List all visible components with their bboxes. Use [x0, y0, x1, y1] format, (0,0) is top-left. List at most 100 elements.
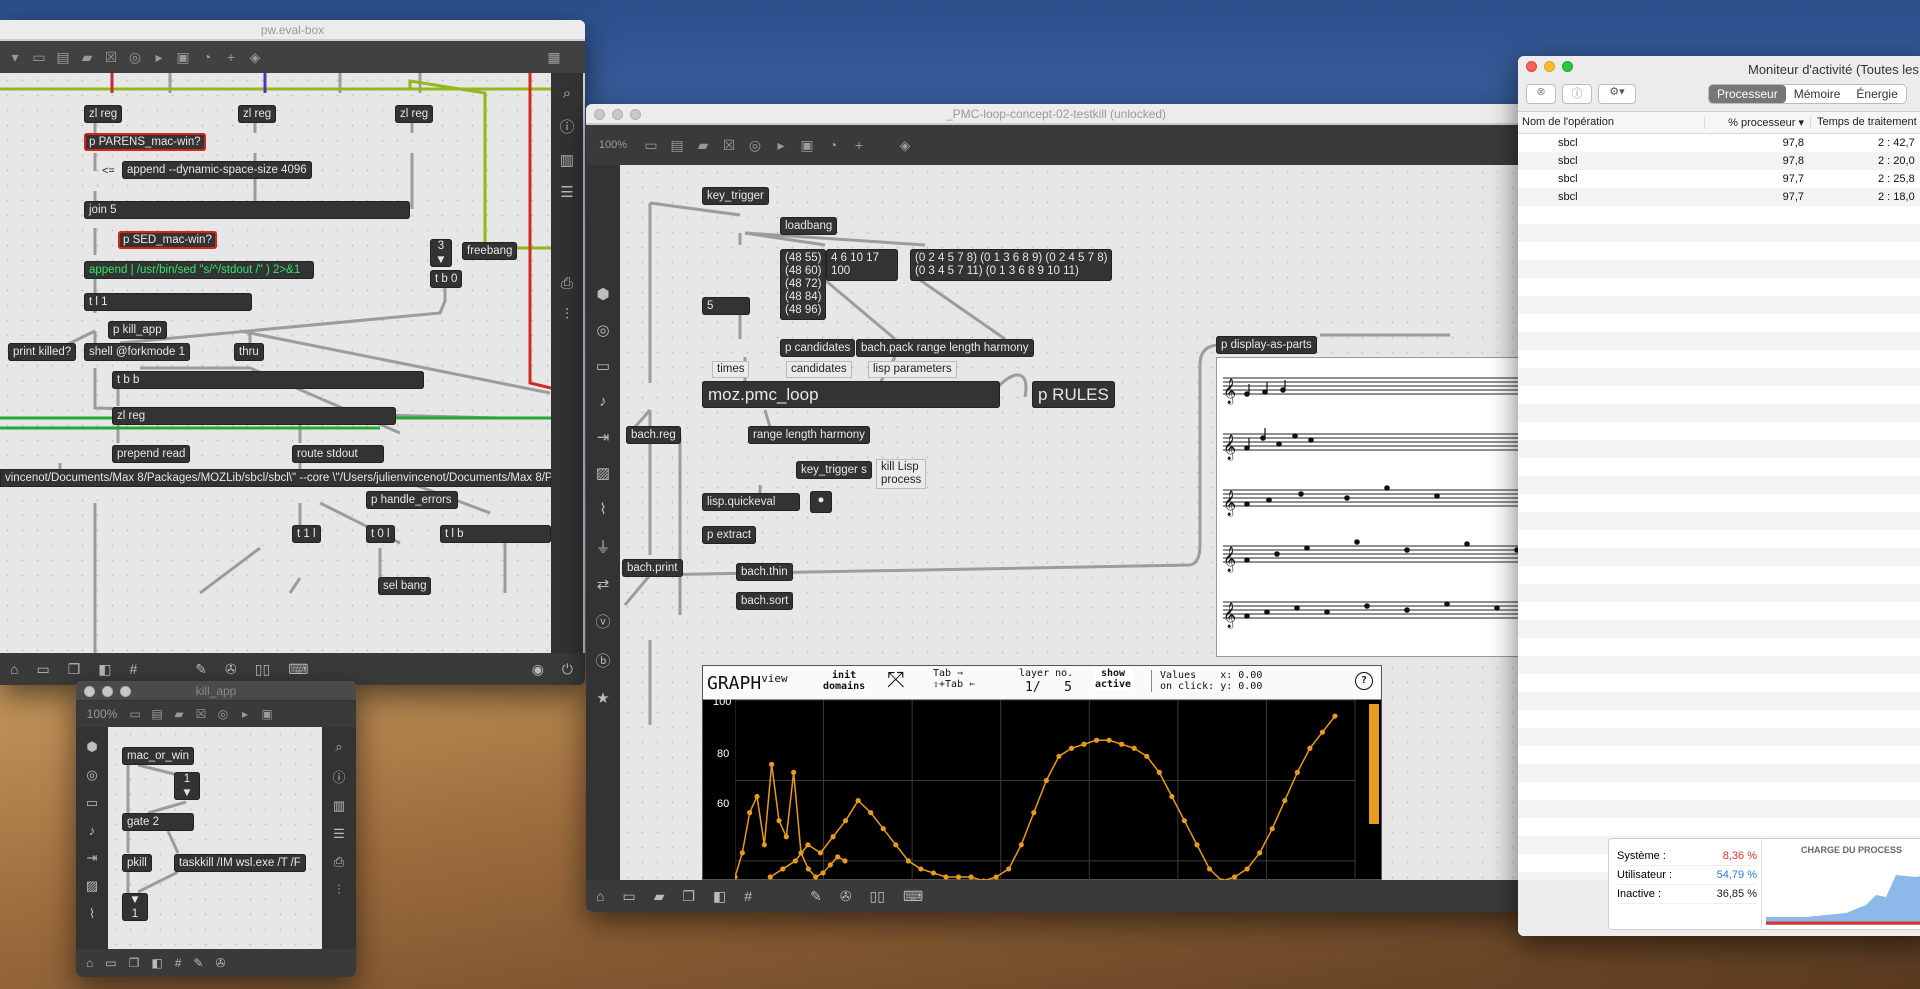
windows-icon[interactable]: ❐	[129, 956, 140, 970]
gear-icon[interactable]: ⚙▾	[1598, 84, 1636, 104]
mixer-icon[interactable]: ⫶	[337, 882, 340, 898]
p-candidates[interactable]: p candidates	[780, 339, 856, 357]
number-box-out[interactable]: ▼ 1	[122, 893, 148, 921]
toggle-icon[interactable]: ☒	[722, 137, 736, 154]
t-b-0[interactable]: t b 0	[430, 270, 463, 288]
col-time[interactable]: Temps de traitement	[1810, 116, 1917, 128]
lisp-quickeval[interactable]: lisp.quickeval	[702, 493, 800, 511]
bach-thin[interactable]: bach.thin	[736, 563, 793, 581]
bach-pack[interactable]: bach.pack range length harmony	[856, 339, 1034, 357]
candidates-message[interactable]: (48 55) (48 60) (48 72) (48 84) (48 96)	[780, 249, 827, 320]
windows-icon[interactable]: ❐	[682, 888, 695, 905]
grid-toggle-icon[interactable]: #	[175, 956, 182, 970]
hide-icon[interactable]: ◧	[713, 888, 726, 905]
pmc-zoom-level[interactable]: 100%	[594, 139, 632, 151]
pmc-window-controls[interactable]	[594, 109, 641, 120]
stop-process-icon[interactable]: ⊗	[1526, 84, 1556, 104]
clip-icon[interactable]: ⌇	[599, 500, 606, 518]
wrench-icon[interactable]: ✇	[840, 888, 852, 905]
presentation-icon[interactable]: ▭	[644, 137, 658, 154]
comment-icon[interactable]: ▰	[172, 707, 186, 721]
t-b-b[interactable]: t b b	[112, 371, 424, 389]
kill-app-titlebar[interactable]: kill_app	[76, 681, 356, 701]
graph-plot-area[interactable]: 100 80 60	[703, 696, 1381, 880]
message-icon[interactable]: ▤	[150, 707, 164, 721]
am-window-controls[interactable]	[1526, 61, 1573, 72]
kill-window-controls[interactable]	[84, 686, 131, 697]
zl-reg-3[interactable]: zl reg	[395, 105, 434, 123]
display-icon[interactable]: ▭	[86, 795, 98, 811]
p-rules[interactable]: p RULES	[1032, 381, 1115, 408]
add-icon[interactable]: +	[852, 137, 866, 153]
hide-icon[interactable]: ◧	[151, 956, 162, 970]
graph-scrollbar[interactable]	[1369, 704, 1379, 824]
play-icon[interactable]: ▸	[238, 707, 252, 721]
dropdown-icon[interactable]: ▾	[8, 49, 22, 66]
circle-icon[interactable]: ◎	[596, 321, 609, 339]
pkill[interactable]: pkill	[122, 854, 152, 872]
star-icon[interactable]: ★	[596, 689, 609, 707]
show-active-toggle[interactable]: show active	[1093, 668, 1133, 690]
signal-icon[interactable]: ⇥	[597, 428, 610, 446]
unlock-icon[interactable]: ⌂	[596, 888, 604, 904]
path-message[interactable]: vincenot/Documents/Max 8/Packages/MOZLib…	[0, 469, 551, 487]
score-display[interactable]: 𝄞 𝄞 𝄞 𝄞 𝄞	[1216, 357, 1526, 657]
power-icon[interactable]: ⏻	[562, 661, 573, 678]
display-icon[interactable]: ▭	[596, 357, 610, 375]
comment-icon[interactable]: ▰	[80, 49, 94, 66]
camera-icon[interactable]: ⎙	[561, 275, 573, 292]
p-handle-errors[interactable]: p handle_errors	[366, 491, 458, 509]
number-box-1[interactable]: 1 ▼	[174, 772, 200, 800]
mixer-icon[interactable]: ⫶	[565, 306, 569, 323]
bach-reg[interactable]: bach.reg	[626, 426, 681, 444]
kill-zoom-level[interactable]: 100%	[84, 707, 120, 721]
tab-processeur[interactable]: Processeur	[1709, 85, 1786, 103]
comment-icon[interactable]: ▰	[696, 137, 710, 154]
range-length-harmony[interactable]: range length harmony	[748, 426, 870, 444]
key-trigger-s[interactable]: key_trigger s	[796, 461, 872, 479]
loadbang[interactable]: loadbang	[780, 217, 838, 235]
lock-icon[interactable]: ⌂	[86, 956, 93, 970]
button-icon[interactable]: ◎	[128, 49, 142, 66]
print-killed[interactable]: print killed?	[8, 343, 77, 361]
piano-icon[interactable]: ▯▯	[870, 888, 885, 905]
play-icon[interactable]: ▸	[774, 137, 788, 154]
camera-icon[interactable]: ⎙	[334, 854, 344, 870]
play-icon[interactable]: ▸	[152, 49, 166, 66]
bach-sort[interactable]: bach.sort	[736, 592, 794, 610]
note-icon[interactable]: ♪	[599, 393, 607, 410]
add-icon[interactable]: +	[224, 49, 238, 65]
am-titlebar[interactable]: Moniteur d'activité (Toutes les ⊗ ⓘ ⚙▾ P…	[1518, 56, 1920, 112]
t-0-l[interactable]: t 0 l	[366, 525, 395, 543]
button-icon[interactable]: ◎	[216, 707, 230, 721]
dial-icon[interactable]: ◔	[200, 49, 214, 65]
paint-icon[interactable]: ◈	[898, 137, 912, 154]
col-name[interactable]: Nom de l'opération	[1522, 116, 1614, 128]
number-five[interactable]: 5	[702, 297, 750, 315]
present-icon[interactable]: ▭	[105, 956, 116, 970]
pmc-titlebar[interactable]: _PMC-loop-concept-02-testkill (unlocked)	[586, 104, 1526, 124]
expand-icon[interactable]: ⤧	[887, 668, 905, 693]
tab-energie[interactable]: Énergie	[1848, 85, 1905, 103]
toggle-icon[interactable]: ☒	[104, 49, 118, 66]
route-icon[interactable]: ⇄	[597, 575, 610, 593]
mac-or-win[interactable]: mac_or_win	[122, 747, 194, 765]
presentation-icon[interactable]: ▭	[32, 49, 46, 66]
slider-icon[interactable]: ▣	[260, 707, 274, 721]
keyboard-icon[interactable]: ⌨	[288, 661, 308, 678]
append-dynamic-space[interactable]: append --dynamic-space-size 4096	[122, 161, 312, 179]
eval-box-canvas[interactable]: zl reg zl reg zl reg p PARENS_mac-win? <…	[0, 73, 551, 653]
info-icon[interactable]: ⓘ	[1562, 84, 1592, 104]
comment-bubble-icon[interactable]: ▰	[654, 888, 665, 905]
present-icon[interactable]: ▭	[36, 661, 49, 678]
t-l-b[interactable]: t l b	[440, 525, 551, 543]
prepend-read[interactable]: prepend read	[112, 445, 191, 463]
grid-icon[interactable]: ▦	[547, 49, 561, 66]
run-icon[interactable]: ◉	[532, 661, 544, 678]
paint-icon[interactable]: ◈	[248, 49, 262, 66]
p-kill-app[interactable]: p kill_app	[108, 321, 167, 339]
toggle-icon[interactable]: ☒	[194, 707, 208, 721]
list-icon[interactable]: ☰	[333, 826, 345, 842]
col-cpu[interactable]: % processeur ▾	[1704, 116, 1804, 129]
grid-toggle-icon[interactable]: #	[130, 661, 138, 677]
